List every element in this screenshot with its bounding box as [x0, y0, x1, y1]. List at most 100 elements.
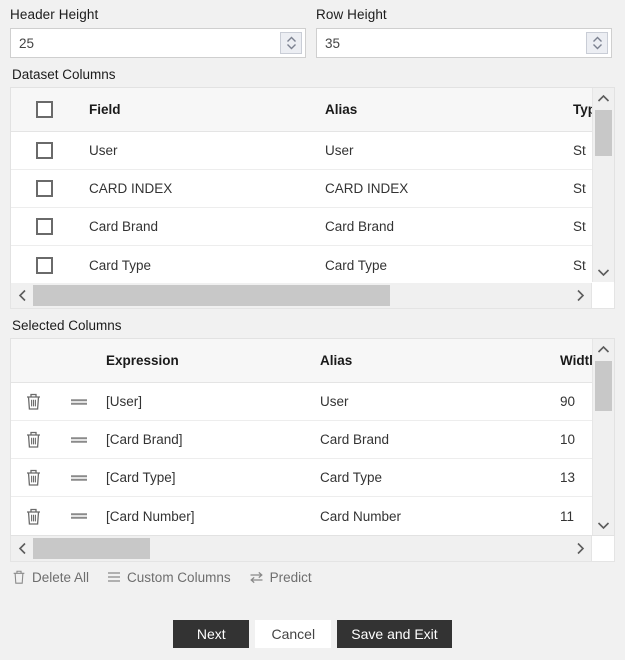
scroll-right-arrow[interactable]	[569, 536, 591, 561]
scroll-up-arrow[interactable]	[593, 339, 614, 359]
height-settings-row: Header Height Row Height	[0, 0, 625, 58]
trash-icon[interactable]	[25, 430, 42, 449]
dataset-columns-body: User User St CARD INDEX CARD INDEX St Ca…	[11, 132, 614, 284]
scrollbar-corner	[591, 536, 614, 561]
row-height-field[interactable]	[316, 28, 612, 58]
chevron-up-icon[interactable]	[286, 36, 297, 43]
trash-icon[interactable]	[25, 507, 42, 526]
trash-icon[interactable]	[25, 392, 42, 411]
header-height-stepper[interactable]	[280, 32, 302, 54]
column-header-field[interactable]: Field	[77, 102, 325, 117]
dialog-footer: Next Cancel Save and Exit	[0, 620, 625, 648]
row-select-cell[interactable]	[11, 142, 77, 159]
drag-handle-icon[interactable]	[70, 511, 88, 521]
scroll-left-arrow[interactable]	[11, 536, 33, 561]
row-height-group: Row Height	[316, 6, 612, 58]
drag-handle-icon[interactable]	[70, 397, 88, 407]
row-height-stepper[interactable]	[586, 32, 608, 54]
column-settings-dialog: Header Height Row Height	[0, 0, 625, 660]
delete-row-button[interactable]	[11, 468, 55, 487]
selected-horizontal-scrollbar[interactable]	[10, 536, 615, 562]
scroll-right-arrow[interactable]	[569, 283, 591, 308]
scroll-up-arrow[interactable]	[593, 88, 614, 108]
scroll-thumb[interactable]	[595, 361, 612, 411]
drag-handle[interactable]	[55, 397, 103, 407]
row-select-cell[interactable]	[11, 218, 77, 235]
table-row[interactable]: [Card Number] Card Number 11	[11, 497, 614, 535]
custom-columns-button[interactable]: Custom Columns	[107, 570, 231, 585]
drag-handle[interactable]	[55, 511, 103, 521]
cell-expression: [User]	[106, 394, 143, 409]
cell-field: User	[89, 143, 118, 158]
table-row[interactable]: [Card Brand] Card Brand 10	[11, 421, 614, 459]
grid-actions-toolbar: Delete All Custom Columns Predict	[0, 562, 625, 585]
row-select-cell[interactable]	[11, 180, 77, 197]
header-height-input[interactable]	[11, 29, 305, 57]
table-row[interactable]: CARD INDEX CARD INDEX St	[11, 170, 614, 208]
cell-expression: [Card Number]	[106, 508, 195, 524]
predict-button[interactable]: Predict	[249, 570, 312, 585]
trash-icon[interactable]	[25, 468, 42, 487]
chevron-down-icon[interactable]	[286, 43, 297, 50]
cell-expression: [Card Type]	[106, 470, 176, 485]
chevron-right-icon	[576, 542, 584, 555]
dataset-vertical-scrollbar[interactable]	[592, 88, 614, 282]
cell-alias: Card Number	[320, 508, 402, 524]
chevron-left-icon	[18, 542, 26, 555]
select-all-cell[interactable]	[11, 101, 77, 118]
row-select-cell[interactable]	[11, 256, 77, 274]
cell-field: Card Type	[89, 257, 152, 273]
scroll-down-arrow[interactable]	[593, 515, 614, 535]
table-row[interactable]: [User] User 90	[11, 383, 614, 421]
selected-vertical-scrollbar[interactable]	[592, 339, 614, 535]
save-and-exit-button[interactable]: Save and Exit	[337, 620, 452, 648]
chevron-down-icon[interactable]	[592, 43, 603, 50]
delete-row-button[interactable]	[11, 392, 55, 411]
cancel-button[interactable]: Cancel	[255, 620, 332, 648]
drag-handle-icon[interactable]	[70, 435, 88, 445]
next-button[interactable]: Next	[173, 620, 250, 648]
cell-field: CARD INDEX	[89, 181, 173, 196]
scroll-track[interactable]	[33, 283, 569, 308]
row-checkbox[interactable]	[35, 256, 53, 274]
row-checkbox[interactable]	[35, 142, 53, 159]
scroll-track[interactable]	[33, 536, 569, 561]
row-height-label: Row Height	[316, 7, 387, 22]
column-header-alias[interactable]: Alias	[325, 102, 573, 117]
drag-handle[interactable]	[55, 473, 103, 483]
chevron-up-icon	[597, 345, 610, 353]
table-row[interactable]: Card Type Card Type St	[11, 246, 614, 284]
delete-row-button[interactable]	[11, 507, 55, 526]
delete-row-button[interactable]	[11, 430, 55, 449]
column-header-alias[interactable]: Alias	[320, 353, 560, 368]
header-height-label: Header Height	[10, 7, 99, 22]
scroll-thumb[interactable]	[33, 285, 390, 306]
dataset-columns-header-row: Field Alias Type	[11, 88, 614, 132]
dataset-horizontal-scrollbar[interactable]	[10, 283, 615, 309]
table-row[interactable]: User User St	[11, 132, 614, 170]
selected-columns-body: [User] User 90 [Card Brand] Card Brand 1…	[11, 383, 614, 535]
column-header-expression[interactable]: Expression	[103, 353, 320, 368]
row-checkbox[interactable]	[35, 180, 53, 197]
header-height-field[interactable]	[10, 28, 306, 58]
cell-field: Card Brand	[89, 219, 159, 234]
chevron-up-icon[interactable]	[592, 36, 603, 43]
table-row[interactable]: [Card Type] Card Type 13	[11, 459, 614, 497]
header-height-group: Header Height	[10, 6, 306, 58]
row-height-input[interactable]	[317, 29, 611, 57]
chevron-down-icon	[597, 268, 610, 276]
hamburger-icon	[108, 572, 121, 582]
row-checkbox[interactable]	[35, 218, 53, 235]
drag-handle[interactable]	[55, 435, 103, 445]
scroll-left-arrow[interactable]	[11, 283, 33, 308]
scroll-down-arrow[interactable]	[593, 262, 614, 282]
chevron-right-icon	[576, 289, 584, 302]
cell-alias: Card Brand	[320, 432, 390, 447]
scroll-thumb[interactable]	[33, 538, 150, 559]
drag-handle-icon[interactable]	[70, 473, 88, 483]
delete-all-button[interactable]: Delete All	[12, 569, 89, 585]
swap-arrows-icon	[249, 571, 263, 583]
scroll-thumb[interactable]	[595, 110, 612, 156]
select-all-checkbox[interactable]	[35, 101, 53, 118]
table-row[interactable]: Card Brand Card Brand St	[11, 208, 614, 246]
